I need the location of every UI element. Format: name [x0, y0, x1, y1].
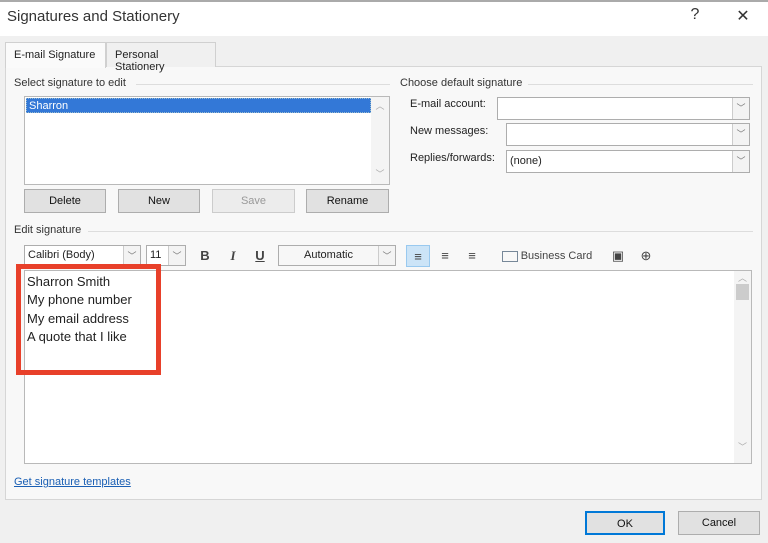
- help-button[interactable]: ?: [680, 6, 710, 24]
- font-color-select[interactable]: Automatic ﹀: [278, 245, 396, 266]
- divider: [136, 84, 390, 85]
- font-size-value: 11: [150, 249, 162, 261]
- choose-default-label: Choose default signature: [400, 77, 523, 89]
- new-messages-select[interactable]: ﹀: [506, 123, 750, 146]
- font-value: Calibri (Body): [28, 249, 95, 261]
- chevron-down-icon: ﹀: [732, 124, 749, 145]
- replies-forwards-value: (none): [510, 155, 542, 167]
- align-right-button[interactable]: ≡: [461, 245, 483, 267]
- replies-forwards-label: Replies/forwards:: [410, 152, 495, 164]
- replies-forwards-select[interactable]: (none) ﹀: [506, 150, 750, 173]
- new-messages-label: New messages:: [410, 125, 489, 137]
- underline-button[interactable]: U: [250, 245, 270, 267]
- chevron-down-icon: ﹀: [123, 246, 140, 265]
- ok-button[interactable]: OK: [585, 511, 665, 535]
- chevron-down-icon: ﹀: [732, 151, 749, 172]
- chevron-down-icon: ﹀: [168, 246, 185, 265]
- business-card-button[interactable]: Business Card: [500, 245, 594, 267]
- bold-button[interactable]: B: [195, 245, 215, 267]
- email-account-label: E-mail account:: [410, 98, 486, 110]
- divider: [528, 84, 753, 85]
- insert-picture-icon[interactable]: ▣: [607, 245, 629, 267]
- font-select[interactable]: Calibri (Body) ﹀: [24, 245, 141, 266]
- rename-button[interactable]: Rename: [306, 189, 389, 213]
- business-card-icon: [501, 250, 518, 262]
- hyperlink-icon[interactable]: ⊕: [635, 245, 657, 267]
- signature-list[interactable]: Sharron ︿ ﹀: [24, 96, 390, 185]
- get-signature-templates-link[interactable]: Get signature templates: [14, 476, 131, 488]
- close-button[interactable]: ✕: [728, 6, 758, 26]
- tab-email-signature[interactable]: E-mail Signature: [5, 42, 106, 68]
- font-size-select[interactable]: 11 ﹀: [146, 245, 186, 266]
- list-item-sharron[interactable]: Sharron: [26, 98, 371, 113]
- email-account-select[interactable]: ﹀: [497, 97, 750, 120]
- divider: [88, 231, 753, 232]
- chevron-down-icon: ﹀: [732, 98, 749, 119]
- italic-button[interactable]: I: [223, 245, 243, 267]
- align-left-button[interactable]: ≡: [406, 245, 430, 267]
- tab-personal-stationery[interactable]: Personal Stationery: [106, 42, 216, 73]
- edit-signature-label: Edit signature: [14, 224, 82, 236]
- save-button[interactable]: Save: [212, 189, 295, 213]
- new-button[interactable]: New: [118, 189, 200, 213]
- window-title: Signatures and Stationery: [7, 8, 180, 25]
- editor-scrollbar[interactable]: ︿ ﹀: [734, 271, 751, 463]
- font-color-value: Automatic: [304, 249, 353, 261]
- list-scrollbar[interactable]: ︿ ﹀: [371, 97, 389, 184]
- chevron-down-icon: ﹀: [378, 246, 395, 265]
- delete-button[interactable]: Delete: [24, 189, 106, 213]
- cancel-button[interactable]: Cancel: [678, 511, 760, 535]
- align-center-button[interactable]: ≡: [434, 245, 456, 267]
- highlight-box: [16, 264, 161, 375]
- select-signature-label: Select signature to edit: [14, 77, 126, 89]
- business-card-label: Business Card: [520, 250, 593, 262]
